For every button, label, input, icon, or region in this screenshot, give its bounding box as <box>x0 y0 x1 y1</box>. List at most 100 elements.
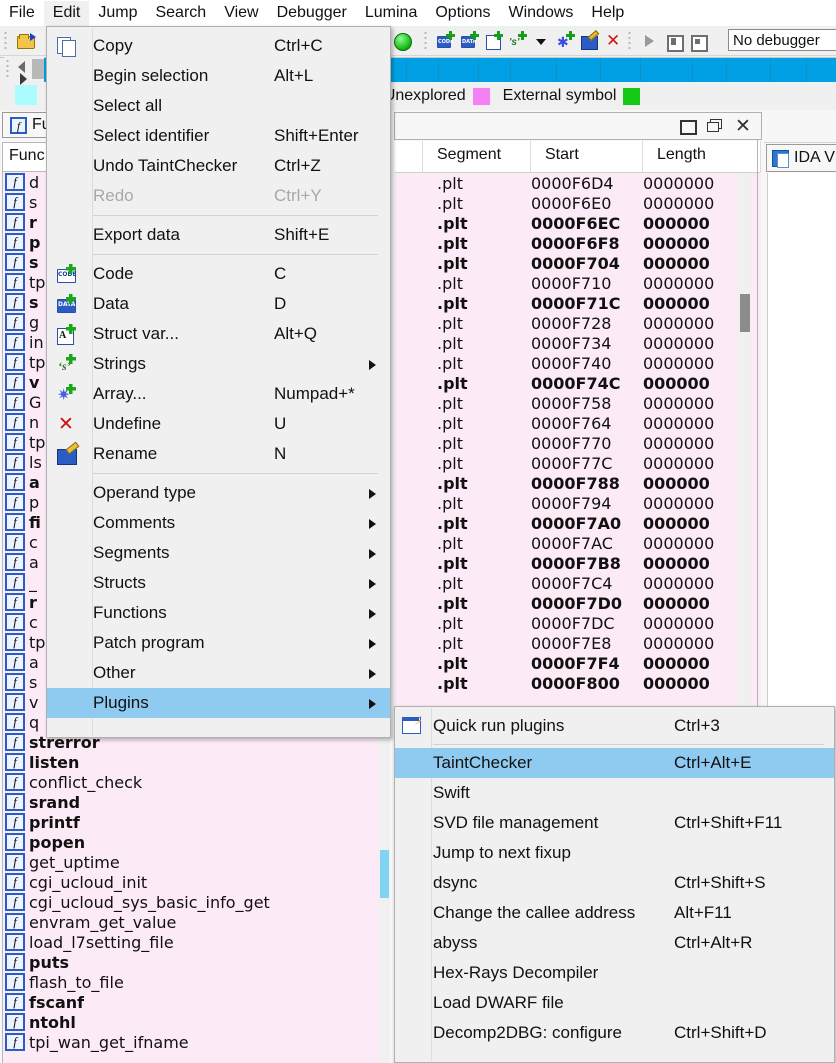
make-struct-icon[interactable] <box>484 31 504 51</box>
toolbar-grip[interactable] <box>4 31 9 51</box>
segments-table-row[interactable]: .plt 0000F740 0000000 <box>395 353 761 373</box>
edit-menu-item-rename[interactable]: Rename N <box>47 439 390 469</box>
segments-table-row[interactable]: .plt 0000F7AC 0000000 <box>395 533 761 553</box>
plugins-menu-item-abyss[interactable]: abyss Ctrl+Alt+R <box>395 928 834 958</box>
segments-table-row[interactable]: .plt 0000F710 0000000 <box>395 273 761 293</box>
segments-table-row[interactable]: .plt 0000F7C4 0000000 <box>395 573 761 593</box>
plugins-menu-item-taintchecker[interactable]: TaintChecker Ctrl+Alt+E <box>395 748 834 778</box>
segments-table-row[interactable]: .plt 0000F7B8 000000 <box>395 553 761 573</box>
toolbar-grip-edit[interactable] <box>424 31 429 51</box>
chevron-down-icon[interactable] <box>532 31 552 51</box>
edit-menu-item-redo[interactable]: Redo Ctrl+Y <box>47 181 390 211</box>
menubar-item-options[interactable]: Options <box>426 1 499 26</box>
menubar-item-view[interactable]: View <box>215 1 267 26</box>
make-data-icon[interactable]: DATA <box>460 31 480 51</box>
function-list-item[interactable]: f fscanf <box>3 992 389 1012</box>
segments-table-row[interactable]: .plt 0000F734 0000000 <box>395 333 761 353</box>
stop-icon[interactable] <box>688 31 708 52</box>
run-icon[interactable] <box>640 31 660 51</box>
function-list-item[interactable]: f conflict_check <box>3 772 389 792</box>
edit-menu-item-select-identifier[interactable]: Select identifier Shift+Enter <box>47 121 390 151</box>
segments-table-row[interactable]: .plt 0000F7E8 0000000 <box>395 633 761 653</box>
edit-menu-item-comments[interactable]: Comments <box>47 508 390 538</box>
segments-table-row[interactable]: .plt 0000F6EC 000000 <box>395 213 761 233</box>
segments-table-row[interactable]: .plt 0000F7F4 000000 <box>395 653 761 673</box>
plugins-menu-item-quick-run-plugins[interactable]: ⚡ Quick run plugins Ctrl+3 <box>395 711 834 741</box>
edit-menu-item-array[interactable]: ✷ Array... Numpad+* <box>47 379 390 409</box>
plugins-menu-item-hex-rays-decompiler[interactable]: Hex-Rays Decompiler <box>395 958 834 988</box>
menubar-item-search[interactable]: Search <box>146 1 215 26</box>
segments-table-row[interactable]: .plt 0000F704 000000 <box>395 253 761 273</box>
plugins-menu-item-svd-file-management[interactable]: SVD file management Ctrl+Shift+F11 <box>395 808 834 838</box>
edit-menu-dropdown[interactable]: Copy Ctrl+C Begin selection Alt+L Select all… <box>46 26 391 738</box>
open-file-icon[interactable] <box>16 31 36 51</box>
segments-table-row[interactable]: .plt 0000F800 000000 <box>395 673 761 693</box>
plugins-menu-item-jump-to-next-fixup[interactable]: Jump to next fixup <box>395 838 834 868</box>
edit-menu-item-undo-taintchecker[interactable]: Undo TaintChecker Ctrl+Z <box>47 151 390 181</box>
make-code-icon[interactable]: CODE <box>436 31 456 51</box>
edit-menu-item-structs[interactable]: Structs <box>47 568 390 598</box>
segments-table-row[interactable]: .plt 0000F7DC 0000000 <box>395 613 761 633</box>
edit-menu-item-copy[interactable]: Copy Ctrl+C <box>47 31 390 61</box>
function-list-item[interactable]: f popen <box>3 832 389 852</box>
function-list-item[interactable]: f puts <box>3 952 389 972</box>
edit-menu-item-struct-var[interactable]: A Struct var... Alt+Q <box>47 319 390 349</box>
edit-menu-item-code[interactable]: CODE Code C <box>47 259 390 289</box>
edit-menu-item-data[interactable]: DATA Data D <box>47 289 390 319</box>
restore-icon[interactable] <box>707 118 723 134</box>
function-list-item[interactable]: f envram_get_value <box>3 912 389 932</box>
menubar-item-file[interactable]: File <box>0 1 44 26</box>
segments-column-header-segment[interactable]: Segment <box>423 140 531 173</box>
plugins-menu-item-decomp2dbg-configure[interactable]: Decomp2DBG: configure Ctrl+Shift+D <box>395 1018 834 1048</box>
segments-table-row[interactable]: .plt 0000F728 0000000 <box>395 313 761 333</box>
edit-menu-item-other[interactable]: Other <box>47 658 390 688</box>
menubar-item-debugger[interactable]: Debugger <box>268 1 356 26</box>
function-list-item[interactable]: f ntohl <box>3 1012 389 1032</box>
edit-menu-item-export-data[interactable]: Export data Shift+E <box>47 220 390 250</box>
function-list-item[interactable]: f flash_to_file <box>3 972 389 992</box>
segments-column-header-blank[interactable] <box>395 140 423 173</box>
plugins-submenu[interactable]: ⚡ Quick run plugins Ctrl+3 TaintChecker Ctrl… <box>394 706 835 1063</box>
segments-table-row[interactable]: .plt 0000F7D0 000000 <box>395 593 761 613</box>
function-list-item[interactable]: f srand <box>3 792 389 812</box>
segments-column-header-start[interactable]: Start <box>531 140 643 173</box>
menubar-item-edit[interactable]: Edit <box>43 0 90 26</box>
function-list-item[interactable]: f load_l7setting_file <box>3 932 389 952</box>
function-list-item[interactable]: f cgi_ucloud_sys_basic_info_get <box>3 892 389 912</box>
function-list-item[interactable]: f printf <box>3 812 389 832</box>
rename-icon[interactable] <box>580 31 600 51</box>
make-array-icon[interactable]: ✱ <box>556 31 576 51</box>
segments-column-header-length[interactable]: Length <box>643 140 761 173</box>
undefine-icon[interactable]: ✕ <box>604 31 624 51</box>
functions-scrollbar-thumb[interactable] <box>380 850 389 898</box>
segments-table-row[interactable]: .plt 0000F764 0000000 <box>395 413 761 433</box>
edit-menu-item-functions[interactable]: Functions <box>47 598 390 628</box>
menubar-item-windows[interactable]: Windows <box>499 1 582 26</box>
toolbar-grip-debug[interactable] <box>628 31 633 51</box>
function-list-item[interactable]: f listen <box>3 752 389 772</box>
function-list-item[interactable]: f tpi_wan_get_ifname <box>3 1032 389 1052</box>
menubar-item-help[interactable]: Help <box>582 1 633 26</box>
segments-table-row[interactable]: .plt 0000F770 0000000 <box>395 433 761 453</box>
edit-menu-item-segments[interactable]: Segments <box>47 538 390 568</box>
segments-table-row[interactable]: .plt 0000F794 0000000 <box>395 493 761 513</box>
function-list-item[interactable]: f get_uptime <box>3 852 389 872</box>
menubar-item-jump[interactable]: Jump <box>89 1 146 26</box>
segments-table-row[interactable]: .plt 0000F71C 000000 <box>395 293 761 313</box>
edit-menu-item-operand-type[interactable]: Operand type <box>47 478 390 508</box>
close-icon[interactable]: ✕ <box>735 117 751 136</box>
pause-icon[interactable] <box>664 31 684 52</box>
toolbar-grip-nav[interactable] <box>6 59 11 79</box>
edit-menu-item-patch-program[interactable]: Patch program <box>47 628 390 658</box>
color-swatch[interactable] <box>15 85 37 105</box>
segments-table-row[interactable]: .plt 0000F7A0 000000 <box>395 513 761 533</box>
segments-table-row[interactable]: .plt 0000F74C 000000 <box>395 373 761 393</box>
debugger-selector[interactable]: No debugger <box>728 29 836 51</box>
plugins-menu-item-load-dwarf-file[interactable]: Load DWARF file <box>395 988 834 1018</box>
edit-menu-item-undefine[interactable]: ✕ Undefine U <box>47 409 390 439</box>
make-string-icon[interactable]: 's' <box>508 31 528 51</box>
function-list-item[interactable]: f cgi_ucloud_init <box>3 872 389 892</box>
plugins-menu-item-swift[interactable]: Swift <box>395 778 834 808</box>
edit-menu-item-select-all[interactable]: Select all <box>47 91 390 121</box>
segments-scrollbar-thumb[interactable] <box>740 294 750 332</box>
